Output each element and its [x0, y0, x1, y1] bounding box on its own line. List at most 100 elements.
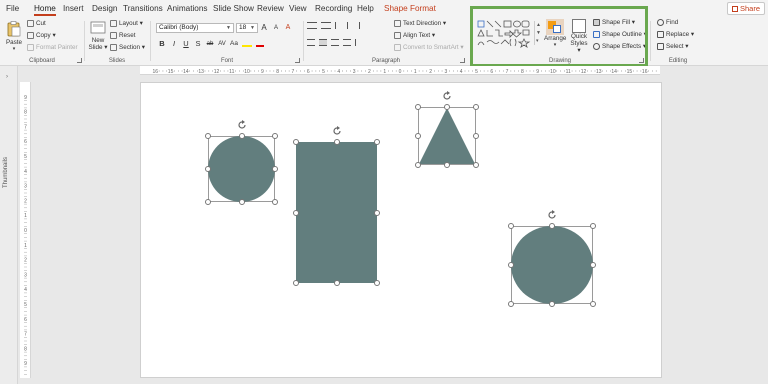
resize-handle[interactable]	[508, 301, 514, 307]
tab-animations[interactable]: Animations	[167, 4, 208, 13]
tab-view[interactable]: View	[289, 4, 307, 13]
thumbnails-pane[interactable]: › Thumbnails	[0, 66, 18, 384]
new-slide-button[interactable]: New Slide ▾	[88, 21, 108, 51]
layout-button[interactable]: Layout ▾	[110, 20, 143, 27]
resize-handle[interactable]	[333, 139, 340, 145]
justify-icon[interactable]	[343, 39, 351, 46]
highlight-color-icon[interactable]	[242, 40, 252, 47]
tab-recording[interactable]: Recording	[315, 4, 352, 13]
char-spacing-button[interactable]: AV	[218, 41, 226, 47]
circle-shape[interactable]	[208, 136, 275, 202]
italic-button[interactable]: I	[170, 39, 178, 48]
resize-handle[interactable]	[444, 104, 450, 110]
resize-handle[interactable]	[590, 223, 596, 229]
rotate-handle-icon[interactable]	[237, 120, 247, 130]
triangle-shape[interactable]	[418, 107, 476, 165]
font-size-combo[interactable]: 18 ▼	[236, 23, 258, 33]
resize-handle[interactable]	[473, 162, 479, 168]
copy-button[interactable]: Copy ▾	[27, 32, 56, 39]
cut-button[interactable]: Cut	[27, 20, 46, 27]
chevron-right-icon[interactable]: ›	[6, 74, 8, 80]
tab-design[interactable]: Design	[92, 4, 118, 13]
resize-handle[interactable]	[549, 301, 555, 307]
change-case-button[interactable]: Aa	[230, 40, 238, 47]
font-name-combo[interactable]: Calibri (Body) ▼	[156, 23, 234, 33]
tab-insert[interactable]: Insert	[63, 4, 83, 13]
tab-shape-format[interactable]: Shape Format	[384, 4, 436, 13]
rectangle-shape[interactable]	[296, 142, 377, 283]
resize-handle[interactable]	[444, 162, 450, 168]
reset-button[interactable]: Reset	[110, 32, 135, 39]
line-spacing-icon[interactable]	[359, 22, 367, 29]
resize-handle[interactable]	[473, 133, 479, 139]
align-left-icon[interactable]	[307, 39, 315, 46]
underline-button[interactable]: U	[182, 39, 190, 48]
resize-handle[interactable]	[473, 104, 479, 110]
resize-handle[interactable]	[590, 262, 596, 268]
section-button[interactable]: Section ▾	[110, 44, 145, 51]
replace-button[interactable]: Replace ▾	[657, 31, 694, 38]
tab-review[interactable]: Review	[257, 4, 284, 13]
resize-handle[interactable]	[374, 209, 380, 216]
resize-handle[interactable]	[293, 209, 299, 216]
resize-handle[interactable]	[293, 139, 299, 145]
paste-button[interactable]: Paste ▾	[4, 21, 24, 53]
resize-handle[interactable]	[293, 280, 299, 286]
paragraph-launcher-icon[interactable]	[460, 58, 465, 63]
resize-handle[interactable]	[238, 133, 245, 139]
resize-handle[interactable]	[205, 133, 211, 139]
font-launcher-icon[interactable]	[295, 58, 300, 63]
resize-handle[interactable]	[590, 301, 596, 307]
font-color-icon[interactable]	[256, 40, 264, 47]
tab-slide-show[interactable]: Slide Show	[213, 4, 254, 13]
resize-handle[interactable]	[415, 133, 421, 139]
align-text-label: Align Text	[403, 32, 431, 40]
resize-handle[interactable]	[549, 223, 555, 229]
tab-transitions[interactable]: Transitions	[123, 4, 163, 13]
columns-icon[interactable]	[355, 39, 365, 46]
bullets-icon[interactable]	[307, 22, 317, 29]
resize-handle[interactable]	[272, 133, 278, 139]
clear-format-button[interactable]: A	[284, 24, 292, 31]
shadow-button[interactable]: S	[194, 39, 202, 48]
ruler-label: 13	[198, 69, 204, 75]
resize-handle[interactable]	[205, 199, 211, 205]
resize-handle[interactable]	[508, 223, 514, 229]
bold-button[interactable]: B	[158, 39, 166, 48]
share-button[interactable]: Share	[726, 2, 765, 15]
resize-handle[interactable]	[508, 262, 514, 268]
numbering-icon[interactable]	[321, 22, 331, 29]
align-right-icon[interactable]	[331, 39, 339, 46]
tab-file[interactable]: File	[6, 4, 19, 13]
rotate-handle-icon[interactable]	[332, 126, 342, 136]
tab-home[interactable]: Home	[34, 4, 56, 16]
resize-handle[interactable]	[415, 162, 421, 168]
decrease-indent-icon[interactable]	[335, 22, 343, 29]
resize-handle[interactable]	[415, 104, 421, 110]
resize-handle[interactable]	[238, 199, 245, 205]
increase-indent-icon[interactable]	[347, 22, 355, 29]
resize-handle[interactable]	[272, 166, 278, 172]
find-button[interactable]: Find	[657, 19, 678, 26]
align-center-icon[interactable]	[319, 39, 327, 46]
align-text-button[interactable]: Align Text ▾	[394, 32, 435, 39]
strikethrough-button[interactable]: ab	[206, 41, 214, 47]
ellipse-shape[interactable]	[511, 226, 593, 304]
select-button[interactable]: Select ▾	[657, 43, 688, 50]
resize-handle[interactable]	[374, 280, 380, 286]
resize-handle[interactable]	[333, 280, 340, 286]
slide-canvas[interactable]	[140, 82, 662, 378]
rotate-handle-icon[interactable]	[547, 210, 557, 220]
resize-handle[interactable]	[374, 139, 380, 145]
shrink-font-button[interactable]: A	[272, 25, 280, 31]
format-painter-button[interactable]: Format Painter	[27, 44, 78, 51]
grow-font-button[interactable]: A	[260, 23, 268, 32]
section-icon	[110, 44, 117, 51]
rotate-handle-icon[interactable]	[442, 91, 452, 101]
tab-help[interactable]: Help	[357, 4, 374, 13]
resize-handle[interactable]	[205, 166, 211, 172]
text-direction-button[interactable]: Text Direction ▾	[394, 20, 446, 27]
clipboard-launcher-icon[interactable]	[77, 58, 82, 63]
resize-handle[interactable]	[272, 199, 278, 205]
convert-smartart-button[interactable]: Convert to SmartArt ▾	[394, 44, 464, 51]
